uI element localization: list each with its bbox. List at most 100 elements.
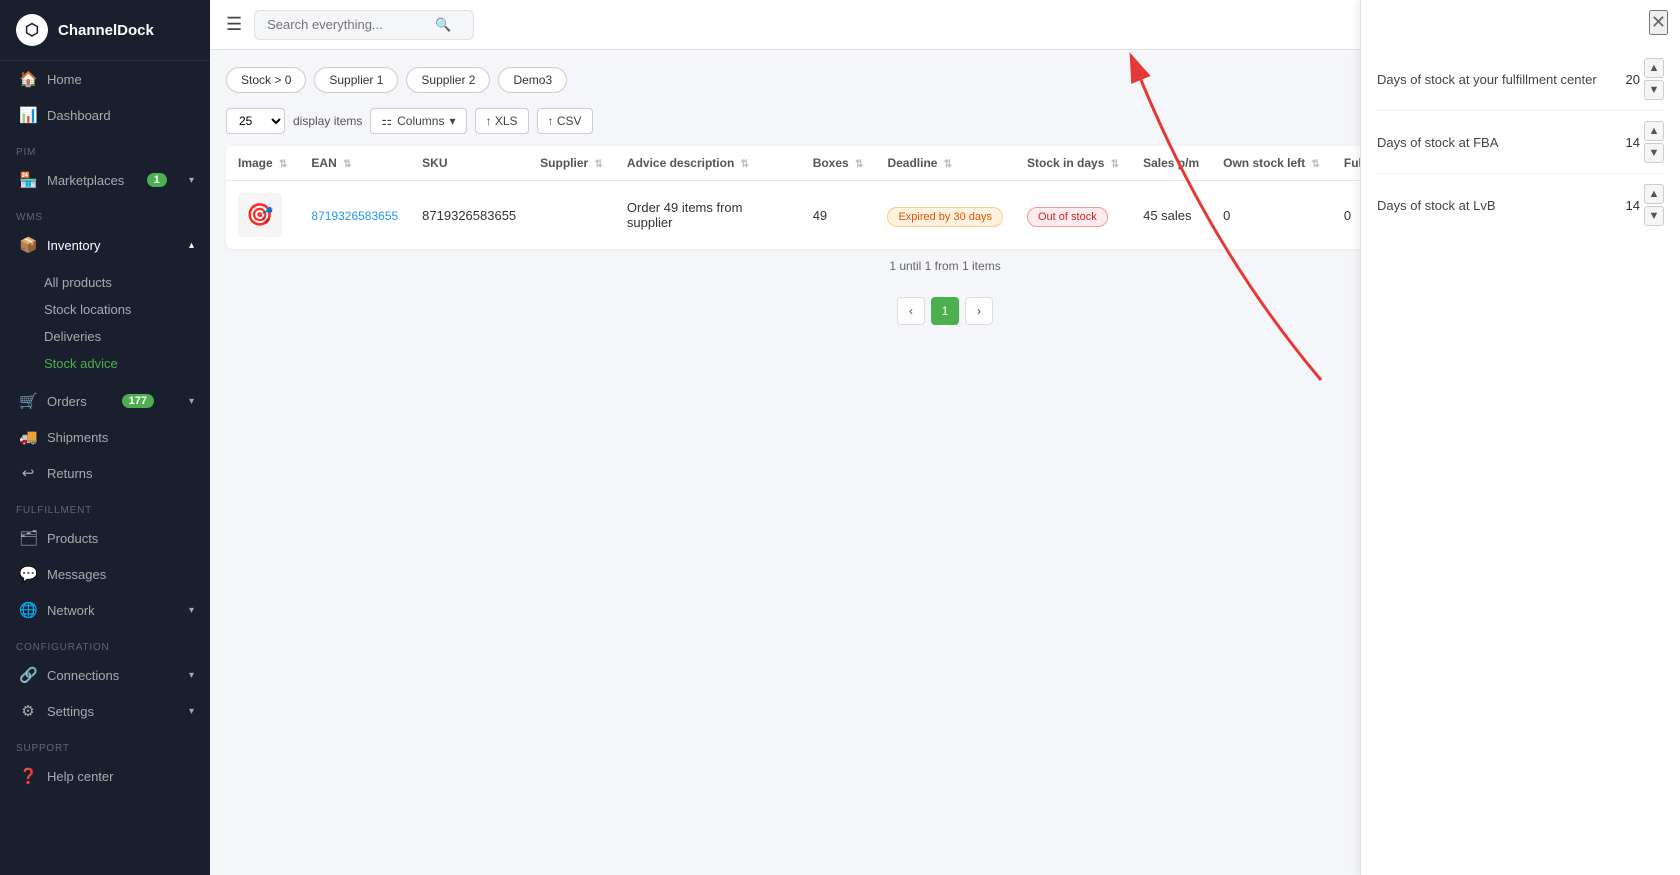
sidebar: ⬡ ChannelDock 🏠 Home 📊 Dashboard PIM 🏪 M… bbox=[0, 0, 210, 875]
col-deadline: Deadline ⇅ bbox=[875, 146, 1015, 181]
sort-icon: ⇅ bbox=[1311, 159, 1319, 170]
items-per-page-select[interactable]: 25 50 100 bbox=[226, 108, 285, 134]
col-supplier: Supplier ⇅ bbox=[528, 146, 615, 181]
chevron-down-icon: ▾ bbox=[189, 706, 194, 717]
panel-label-lvb: Days of stock at LvB bbox=[1377, 198, 1600, 213]
sidebar-item-settings[interactable]: ⚙ Settings ▾ bbox=[0, 693, 210, 729]
spin-wrap: ▲ ▼ bbox=[1644, 58, 1664, 100]
sidebar-item-label: Settings bbox=[47, 704, 94, 719]
cell-stock-in-days: Out of stock bbox=[1015, 181, 1131, 250]
page-1-button[interactable]: 1 bbox=[931, 297, 959, 325]
sidebar-item-stock-locations[interactable]: Stock locations bbox=[44, 296, 210, 323]
spin-wrap-fba: ▲ ▼ bbox=[1644, 121, 1664, 163]
prev-page-button[interactable]: ‹ bbox=[897, 297, 925, 325]
app-logo: ⬡ ChannelDock bbox=[0, 0, 210, 61]
sidebar-item-orders[interactable]: 🛒 Orders 177 ▾ bbox=[0, 383, 210, 419]
sidebar-item-all-products[interactable]: All products bbox=[44, 269, 210, 296]
orders-icon: 🛒 bbox=[19, 392, 37, 410]
logo-icon: ⬡ bbox=[16, 14, 48, 46]
spin-up-lvb-button[interactable]: ▲ bbox=[1644, 184, 1664, 204]
help-icon: ❓ bbox=[19, 767, 37, 785]
sidebar-item-home[interactable]: 🏠 Home bbox=[0, 61, 210, 97]
csv-label: ↑ CSV bbox=[548, 114, 582, 128]
settings-icon: ⚙ bbox=[19, 702, 37, 720]
spin-wrap-lvb: ▲ ▼ bbox=[1644, 184, 1664, 226]
panel-spinner-fba: 14 ▲ ▼ bbox=[1612, 121, 1664, 163]
sidebar-item-marketplaces[interactable]: 🏪 Marketplaces 1 ▾ bbox=[0, 162, 210, 198]
out-of-stock-badge: Out of stock bbox=[1027, 207, 1108, 227]
filter-supplier2[interactable]: Supplier 2 bbox=[406, 67, 490, 93]
sidebar-item-network[interactable]: 🌐 Network ▾ bbox=[0, 592, 210, 628]
sidebar-item-inventory[interactable]: 📦 Inventory ▴ bbox=[0, 227, 210, 263]
panel-close-button[interactable]: ✕ bbox=[1649, 10, 1668, 35]
shipments-icon: 🚚 bbox=[19, 428, 37, 446]
chevron-down-icon: ▾ bbox=[189, 670, 194, 681]
sidebar-item-label: Shipments bbox=[47, 430, 108, 445]
app-name: ChannelDock bbox=[58, 22, 154, 39]
chevron-down-icon: ▾ bbox=[189, 396, 194, 407]
panel-row-lvb: Days of stock at LvB 14 ▲ ▼ bbox=[1377, 174, 1664, 236]
filter-supplier1[interactable]: Supplier 1 bbox=[314, 67, 398, 93]
col-boxes: Boxes ⇅ bbox=[801, 146, 876, 181]
col-ean: EAN ⇅ bbox=[299, 146, 410, 181]
marketplaces-icon: 🏪 bbox=[19, 171, 37, 189]
sidebar-item-label: Connections bbox=[47, 668, 119, 683]
next-page-button[interactable]: › bbox=[965, 297, 993, 325]
filter-stock-gt-0[interactable]: Stock > 0 bbox=[226, 67, 306, 93]
columns-icon: ⚏ bbox=[381, 114, 392, 128]
csv-export-button[interactable]: ↑ CSV bbox=[537, 108, 593, 134]
connections-icon: 🔗 bbox=[19, 666, 37, 684]
panel-value-lvb: 14 bbox=[1612, 198, 1640, 213]
spin-down-fba-button[interactable]: ▼ bbox=[1644, 143, 1664, 163]
products-icon: 🗂 bbox=[19, 529, 37, 547]
spin-down-lvb-button[interactable]: ▼ bbox=[1644, 206, 1664, 226]
sidebar-item-label: Home bbox=[47, 72, 82, 87]
spin-up-button[interactable]: ▲ bbox=[1644, 58, 1664, 78]
sort-icon: ⇅ bbox=[944, 159, 952, 170]
col-advice-description: Advice description ⇅ bbox=[615, 146, 801, 181]
cell-ean: 8719326583655 bbox=[299, 181, 410, 250]
sort-icon: ⇅ bbox=[279, 159, 287, 170]
section-support: Support bbox=[0, 729, 210, 758]
col-sku: SKU bbox=[410, 146, 528, 181]
cell-sales-pm: 45 sales bbox=[1131, 181, 1211, 250]
panel-row-fba: Days of stock at FBA 14 ▲ ▼ bbox=[1377, 111, 1664, 174]
sidebar-item-label: Help center bbox=[47, 769, 113, 784]
sidebar-item-shipments[interactable]: 🚚 Shipments bbox=[0, 419, 210, 455]
sort-icon: ⇅ bbox=[741, 159, 749, 170]
sidebar-item-deliveries[interactable]: Deliveries bbox=[44, 323, 210, 350]
sidebar-item-connections[interactable]: 🔗 Connections ▾ bbox=[0, 657, 210, 693]
expired-badge: Expired by 30 days bbox=[887, 207, 1003, 227]
items-per-page-select-wrap: 25 50 100 bbox=[226, 108, 285, 134]
sort-icon: ⇅ bbox=[343, 159, 351, 170]
col-image: Image ⇅ bbox=[226, 146, 299, 181]
inventory-submenu: All products Stock locations Deliveries … bbox=[0, 263, 210, 383]
spin-down-button[interactable]: ▼ bbox=[1644, 80, 1664, 100]
section-fulfillment: Fulfillment bbox=[0, 491, 210, 520]
hamburger-button[interactable]: ☰ bbox=[226, 14, 242, 35]
sidebar-item-messages[interactable]: 💬 Messages bbox=[0, 556, 210, 592]
chevron-down-icon: ▾ bbox=[189, 605, 194, 616]
columns-button[interactable]: ⚏ Columns ▾ bbox=[370, 108, 466, 134]
xls-export-button[interactable]: ↑ XLS bbox=[475, 108, 529, 134]
dashboard-icon: 📊 bbox=[19, 106, 37, 124]
spin-up-fba-button[interactable]: ▲ bbox=[1644, 121, 1664, 141]
search-input[interactable] bbox=[267, 17, 427, 32]
right-panel: ✕ Days of stock at your fulfillment cent… bbox=[1360, 0, 1680, 875]
filter-demo3[interactable]: Demo3 bbox=[498, 67, 567, 93]
ean-link[interactable]: 8719326583655 bbox=[311, 209, 398, 223]
sidebar-item-products[interactable]: 🗂 Products bbox=[0, 520, 210, 556]
columns-label: Columns bbox=[397, 114, 444, 128]
messages-icon: 💬 bbox=[19, 565, 37, 583]
cell-boxes: 49 bbox=[801, 181, 876, 250]
returns-icon: ↩ bbox=[19, 464, 37, 482]
sort-icon: ⇅ bbox=[1111, 159, 1119, 170]
sidebar-item-returns[interactable]: ↩ Returns bbox=[0, 455, 210, 491]
sort-icon: ⇅ bbox=[595, 159, 603, 170]
sidebar-item-help-center[interactable]: ❓ Help center bbox=[0, 758, 210, 794]
panel-label-fulfillment-center: Days of stock at your fulfillment center bbox=[1377, 72, 1600, 87]
chevron-down-icon: ▾ bbox=[189, 175, 194, 186]
sidebar-item-dashboard[interactable]: 📊 Dashboard bbox=[0, 97, 210, 133]
marketplaces-badge: 1 bbox=[147, 173, 167, 187]
sidebar-item-stock-advice[interactable]: Stock advice bbox=[44, 350, 210, 377]
